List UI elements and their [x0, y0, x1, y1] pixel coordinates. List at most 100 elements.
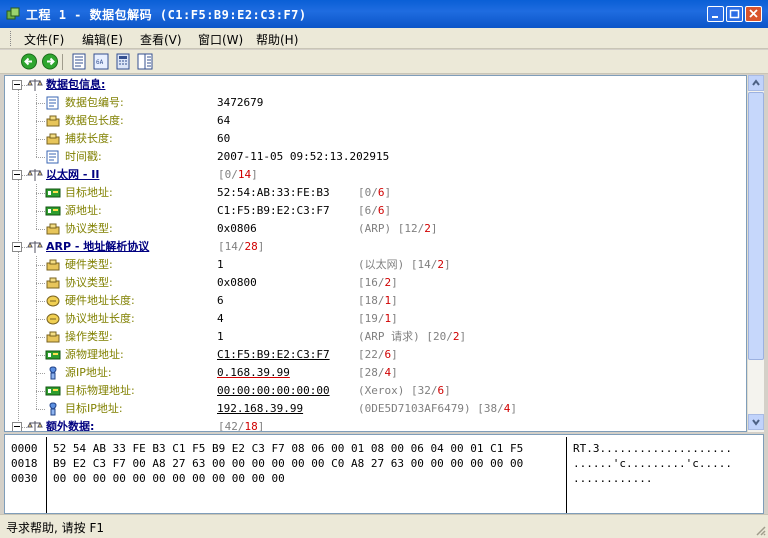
- byte-range: [6/6]: [358, 204, 392, 217]
- scroll-up-button[interactable]: [748, 75, 764, 91]
- field-value: 64: [217, 114, 231, 127]
- tree-field-row[interactable]: 协议类型: 0x0800 [16/2]: [5, 274, 746, 292]
- byte-range: [14/28]: [218, 240, 265, 253]
- bytes-line: 00 00 00 00 00 00 00 00 00 00 00 00: [53, 472, 285, 485]
- tree-field-row[interactable]: 源IP地址: 0.168.39.99 [28/4]: [5, 364, 746, 382]
- tree-section-row[interactable]: 额外数据: [42/18]: [5, 418, 746, 431]
- field-value: C1:F5:B9:E2:C3:F7: [217, 204, 330, 217]
- byte-range: [16/2]: [358, 276, 398, 289]
- ascii-separator: [566, 437, 567, 513]
- field-label: 协议地址长度:: [65, 312, 135, 325]
- field-value: 192.168.39.99: [217, 402, 304, 415]
- tree-field-row[interactable]: 操作类型: 1 (ARP 请求) [20/2]: [5, 328, 746, 346]
- chevron-up-icon: [752, 79, 760, 86]
- tree-field-row[interactable]: 数据包编号: 3472679: [5, 94, 746, 112]
- field-label: 目标IP地址:: [65, 402, 123, 415]
- byte-range: (以太网) [14/2]: [358, 258, 451, 271]
- section-title: 以太网 - II: [46, 168, 100, 181]
- offsets-line: 0030: [11, 472, 38, 485]
- tree-field-row[interactable]: 目标IP地址: 192.168.39.99 (0DE5D7103AF6479) [3…: [5, 400, 746, 418]
- hex-dump-pane[interactable]: 0000 0018 0030 52 54 AB 33 FE B3 C1 F5 B9 …: [4, 434, 764, 514]
- field-label: 协议类型:: [65, 276, 113, 289]
- collapse-toggle-icon[interactable]: [12, 422, 22, 431]
- protocol-section-icon: [27, 168, 43, 182]
- tree-field-row[interactable]: 协议类型: 0x0806 (ARP) [12/2]: [5, 220, 746, 238]
- offsets-line: 0018: [11, 457, 38, 470]
- field-value: 3472679: [217, 96, 264, 109]
- menu-window[interactable]: 窗口(W): [198, 31, 243, 48]
- offsets-line: 0000: [11, 442, 38, 455]
- protocol-section-icon: [27, 420, 43, 431]
- hex-bytes[interactable]: 52 54 AB 33 FE B3 C1 F5 B9 E2 C3 F7 08 0…: [53, 441, 523, 486]
- decode-tree[interactable]: 数据包信息: 数据包编号: 3472679 数据包长度: 64 捕获长度: 60 时间戳: 20…: [4, 75, 747, 432]
- tree-field-row[interactable]: 数据包长度: 64: [5, 112, 746, 130]
- tree-field-row[interactable]: 协议地址长度: 4 [19/1]: [5, 310, 746, 328]
- bytes-line: 52 54 AB 33 FE B3 C1 F5 B9 E2 C3 F7 08 0…: [53, 442, 524, 455]
- scroll-thumb[interactable]: [748, 92, 764, 360]
- byte-range: [0/14]: [218, 168, 258, 181]
- field-value: 4: [217, 312, 224, 325]
- field-label: 捕获长度:: [65, 132, 113, 145]
- minimize-button[interactable]: [707, 6, 724, 22]
- section-title: ARP - 地址解析协议: [46, 240, 150, 253]
- field-label: 目标地址:: [65, 186, 113, 199]
- tree-field-row[interactable]: 目标物理地址: 00:00:00:00:00:00 (Xerox) [32/6]: [5, 382, 746, 400]
- field-value: 1: [217, 258, 224, 271]
- tree-field-row[interactable]: 硬件类型: 1 (以太网) [14/2]: [5, 256, 746, 274]
- document-field-icon: [45, 150, 61, 164]
- field-label: 源地址:: [65, 204, 102, 217]
- tree-section-row[interactable]: 数据包信息:: [5, 76, 746, 94]
- menu-edit[interactable]: 编辑(E): [82, 31, 123, 48]
- tree-field-row[interactable]: 源地址: C1:F5:B9:E2:C3:F7 [6/6]: [5, 202, 746, 220]
- tree-vertical-scrollbar[interactable]: [747, 75, 764, 432]
- tree-section-row[interactable]: ARP - 地址解析协议 [14/28]: [5, 238, 746, 256]
- tree-field-row[interactable]: 捕获长度: 60: [5, 130, 746, 148]
- close-button[interactable]: [745, 6, 762, 22]
- ip-address-icon: [45, 366, 61, 380]
- hex-separator: [46, 437, 47, 513]
- chevron-down-icon: [752, 419, 760, 426]
- field-value: 00:00:00:00:00:00: [217, 384, 330, 397]
- network-card-icon: [45, 384, 61, 398]
- forward-arrow-icon[interactable]: [41, 53, 59, 70]
- back-arrow-icon[interactable]: [20, 53, 38, 70]
- protocol-section-icon: [27, 78, 43, 92]
- network-card-icon: [45, 204, 61, 218]
- window-title: 工程 1 - 数据包解码 (C1:F5:B9:E2:C3:F7): [26, 8, 307, 22]
- resize-grip-icon[interactable]: [754, 524, 766, 536]
- toolbar-separator: [62, 54, 63, 70]
- tree-field-row[interactable]: 硬件地址长度: 6 [18/1]: [5, 292, 746, 310]
- collapse-toggle-icon[interactable]: [12, 170, 22, 180]
- field-value: 1: [217, 330, 224, 343]
- menu-help[interactable]: 帮助(H): [256, 31, 298, 48]
- byte-field-icon: [45, 294, 61, 308]
- field-label: 数据包编号:: [65, 96, 124, 109]
- menu-file[interactable]: 文件(F): [24, 31, 64, 48]
- report-icon[interactable]: [136, 53, 154, 70]
- field-label: 硬件地址长度:: [65, 294, 135, 307]
- svg-text:6A: 6A: [96, 59, 104, 66]
- network-card-icon: [45, 348, 61, 362]
- tree-field-row[interactable]: 目标地址: 52:54:AB:33:FE:B3 [0/6]: [5, 184, 746, 202]
- field-label: 数据包长度:: [65, 114, 124, 127]
- collapse-toggle-icon[interactable]: [12, 242, 22, 252]
- tree-section-row[interactable]: 以太网 - II [0/14]: [5, 166, 746, 184]
- field-label: 目标物理地址:: [65, 384, 135, 397]
- byte-range: [0/6]: [358, 186, 392, 199]
- title-bar[interactable]: 工程 1 - 数据包解码 (C1:F5:B9:E2:C3:F7): [0, 0, 768, 28]
- maximize-button[interactable]: [726, 6, 743, 22]
- tree-field-row[interactable]: 源物理地址: C1:F5:B9:E2:C3:F7 [22/6]: [5, 346, 746, 364]
- hex-view-icon[interactable]: 6A: [92, 53, 110, 70]
- ip-address-icon: [45, 402, 61, 416]
- calculator-icon[interactable]: [114, 53, 132, 70]
- tree-field-row[interactable]: 时间戳: 2007-11-05 09:52:13.202915: [5, 148, 746, 166]
- menu-bar: 文件(F) 编辑(E) 查看(V) 窗口(W) 帮助(H): [0, 28, 768, 49]
- collapse-toggle-icon[interactable]: [12, 80, 22, 90]
- byte-range: [19/1]: [358, 312, 398, 325]
- scroll-down-button[interactable]: [748, 414, 764, 430]
- decode-view-icon[interactable]: [70, 53, 88, 70]
- menu-grip[interactable]: [10, 31, 14, 46]
- byte-range: [22/6]: [358, 348, 398, 361]
- menu-view[interactable]: 查看(V): [140, 31, 182, 48]
- hex-ascii[interactable]: RT.3.................... ......'c........…: [573, 441, 732, 486]
